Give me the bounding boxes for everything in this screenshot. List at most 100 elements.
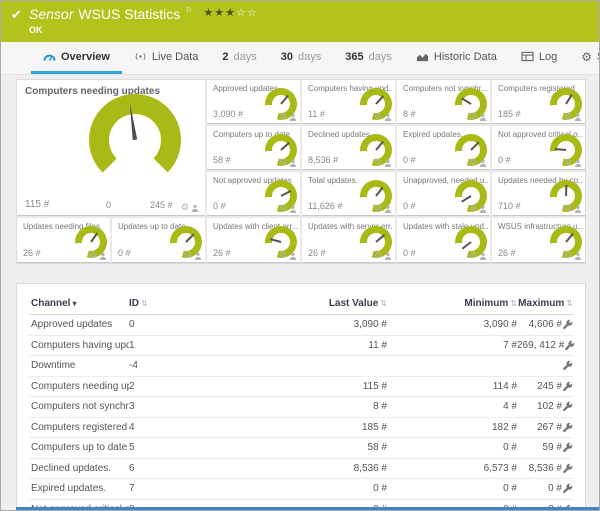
gauge-settings-gear-icon[interactable]: ⚙ bbox=[374, 112, 382, 121]
person-icon[interactable] bbox=[194, 252, 202, 260]
gauge-card[interactable]: Computers having upd... 11 # ⚙ bbox=[302, 80, 395, 124]
cell-channel[interactable]: Expired updates. bbox=[29, 483, 129, 494]
cell-channel[interactable]: Approved updates bbox=[29, 319, 129, 330]
gauge-settings-gear-icon[interactable]: ⚙ bbox=[184, 251, 192, 260]
gauge-card[interactable]: Approved updates 3,090 # ⚙ bbox=[207, 80, 300, 124]
gauge-settings-gear-icon[interactable]: ⚙ bbox=[469, 204, 477, 213]
gauge-card[interactable]: Expired updates. 0 # ⚙ bbox=[397, 126, 490, 170]
person-icon[interactable] bbox=[574, 205, 582, 213]
tab-live-data[interactable]: Live Data bbox=[122, 42, 210, 74]
gauge-card[interactable]: Total updates. 11,626 # ⚙ bbox=[302, 172, 395, 216]
table-row[interactable]: Computers up to date 5 58 # 0 # 59 # bbox=[29, 438, 573, 459]
flag-icon[interactable]: ⚐ bbox=[185, 7, 192, 15]
tab-2-days[interactable]: 2 days bbox=[210, 42, 268, 74]
gauge-card[interactable]: Updates with server err... 26 # ⚙ bbox=[302, 218, 395, 263]
person-icon[interactable] bbox=[289, 113, 297, 121]
gauge-settings-gear-icon[interactable]: ⚙ bbox=[279, 112, 287, 121]
person-icon[interactable] bbox=[479, 205, 487, 213]
wrench-icon[interactable] bbox=[562, 483, 573, 494]
person-icon[interactable] bbox=[574, 159, 582, 167]
wrench-icon[interactable] bbox=[562, 381, 573, 392]
priority-stars[interactable]: ★★★☆☆ bbox=[203, 8, 257, 19]
gauge-settings-gear-icon[interactable]: ⚙ bbox=[374, 158, 382, 167]
wrench-icon[interactable] bbox=[564, 340, 575, 351]
gauge-settings-gear-icon[interactable]: ⚙ bbox=[181, 203, 189, 212]
gauge-card[interactable]: Unapproved, needed u... 0 # ⚙ bbox=[397, 172, 490, 216]
person-icon[interactable] bbox=[384, 113, 392, 121]
person-icon[interactable] bbox=[289, 205, 297, 213]
main-gauge-card[interactable]: Computers needing updates 115 # 0 245 # … bbox=[17, 80, 205, 216]
gauge-card[interactable]: Updates up to date. 0 # ⚙ bbox=[112, 218, 205, 263]
gauge-card[interactable]: Updates needing files. 26 # ⚙ bbox=[17, 218, 110, 263]
column-header-minimum[interactable]: Minimum ⇅ bbox=[387, 298, 517, 309]
tab-365-days[interactable]: 365 days bbox=[333, 42, 404, 74]
person-icon[interactable] bbox=[384, 205, 392, 213]
gauge-settings-gear-icon[interactable]: ⚙ bbox=[564, 112, 572, 121]
cell-channel[interactable]: Computers having update ... bbox=[29, 340, 129, 351]
person-icon[interactable] bbox=[384, 252, 392, 260]
gauge-card[interactable]: Updates needed by co... 710 # ⚙ bbox=[492, 172, 585, 216]
gauge-settings-gear-icon[interactable]: ⚙ bbox=[469, 158, 477, 167]
person-icon[interactable] bbox=[479, 252, 487, 260]
gauge-settings-gear-icon[interactable]: ⚙ bbox=[279, 251, 287, 260]
table-row[interactable]: Declined updates. 6 8,536 # 6,573 # 8,53… bbox=[29, 459, 573, 479]
tab-overview[interactable]: Overview bbox=[31, 42, 122, 74]
cell-channel[interactable]: Computers up to date bbox=[29, 442, 129, 453]
column-header-maximum[interactable]: Maximum ⇅ bbox=[517, 298, 573, 309]
wrench-icon[interactable] bbox=[562, 463, 573, 474]
person-icon[interactable] bbox=[99, 252, 107, 260]
stars-empty[interactable]: ☆☆ bbox=[236, 7, 258, 19]
column-header-last-value[interactable]: Last Value ⇅ bbox=[179, 298, 387, 309]
gauge-settings-gear-icon[interactable]: ⚙ bbox=[374, 204, 382, 213]
table-row[interactable]: Computers not synchroniz... 3 8 # 4 # 10… bbox=[29, 397, 573, 418]
person-icon[interactable] bbox=[574, 113, 582, 121]
column-header-id[interactable]: ID ⇅ bbox=[129, 298, 179, 309]
gauge-settings-gear-icon[interactable]: ⚙ bbox=[469, 251, 477, 260]
table-row[interactable]: Computers needing updat... 2 115 # 114 #… bbox=[29, 377, 573, 397]
cell-channel[interactable]: Computers needing updat... bbox=[29, 381, 129, 392]
person-icon[interactable] bbox=[289, 159, 297, 167]
table-row[interactable]: Computers registered 4 185 # 182 # 267 # bbox=[29, 418, 573, 438]
table-row[interactable]: Downtime -4 bbox=[29, 356, 573, 377]
table-row[interactable]: Approved updates 0 3,090 # 3,090 # 4,606… bbox=[29, 315, 573, 336]
tab-historic-data[interactable]: Historic Data bbox=[404, 42, 509, 74]
gauge-card[interactable]: Not approved updates 0 # ⚙ bbox=[207, 172, 300, 216]
person-icon[interactable] bbox=[574, 252, 582, 260]
cell-channel[interactable]: Declined updates. bbox=[29, 463, 129, 474]
gauge-card[interactable]: Not approved critical o... 0 # ⚙ bbox=[492, 126, 585, 170]
gauge-card[interactable]: Updates with client err... 26 # ⚙ bbox=[207, 218, 300, 263]
wrench-icon[interactable] bbox=[562, 360, 573, 371]
gauge-settings-gear-icon[interactable]: ⚙ bbox=[374, 251, 382, 260]
column-header-channel[interactable]: Channel ▾ bbox=[29, 298, 129, 309]
wrench-icon[interactable] bbox=[562, 401, 573, 412]
gauge-card[interactable]: Updates with stale upd... 0 # ⚙ bbox=[397, 218, 490, 263]
gauge-settings-gear-icon[interactable]: ⚙ bbox=[469, 112, 477, 121]
cell-channel[interactable]: Computers registered bbox=[29, 422, 129, 433]
gauge-settings-gear-icon[interactable]: ⚙ bbox=[564, 204, 572, 213]
person-icon[interactable] bbox=[289, 252, 297, 260]
gauge-card[interactable]: WSUS infrastructure u... 26 # ⚙ bbox=[492, 218, 585, 263]
gauge-settings-gear-icon[interactable]: ⚙ bbox=[564, 158, 572, 167]
cell-channel[interactable]: Downtime bbox=[29, 360, 129, 371]
gauge-card[interactable]: Computers up to date 58 # ⚙ bbox=[207, 126, 300, 170]
gauge-card[interactable]: Declined updates. 8,536 # ⚙ bbox=[302, 126, 395, 170]
tab-log[interactable]: Log bbox=[509, 42, 569, 74]
gauge-card[interactable]: Computers not synchr... 8 # ⚙ bbox=[397, 80, 490, 124]
wrench-icon[interactable] bbox=[562, 442, 573, 453]
person-icon[interactable] bbox=[384, 159, 392, 167]
person-icon[interactable] bbox=[479, 113, 487, 121]
table-row[interactable]: Expired updates. 7 0 # 0 # 0 # bbox=[29, 479, 573, 500]
wrench-icon[interactable] bbox=[562, 319, 573, 330]
gauge-settings-gear-icon[interactable]: ⚙ bbox=[279, 204, 287, 213]
person-icon[interactable] bbox=[191, 204, 199, 212]
gauge-settings-gear-icon[interactable]: ⚙ bbox=[89, 251, 97, 260]
gauge-card[interactable]: Computers registered 185 # ⚙ bbox=[492, 80, 585, 124]
wrench-icon[interactable] bbox=[562, 422, 573, 433]
gauge-settings-gear-icon[interactable]: ⚙ bbox=[279, 158, 287, 167]
gauge-settings-gear-icon[interactable]: ⚙ bbox=[564, 251, 572, 260]
cell-channel[interactable]: Computers not synchroniz... bbox=[29, 401, 129, 412]
person-icon[interactable] bbox=[479, 159, 487, 167]
tab-30-days[interactable]: 30 days bbox=[269, 42, 334, 74]
table-row[interactable]: Computers having update ... 1 11 # 7 # 2… bbox=[29, 336, 575, 356]
stars-filled[interactable]: ★★★ bbox=[203, 7, 236, 19]
